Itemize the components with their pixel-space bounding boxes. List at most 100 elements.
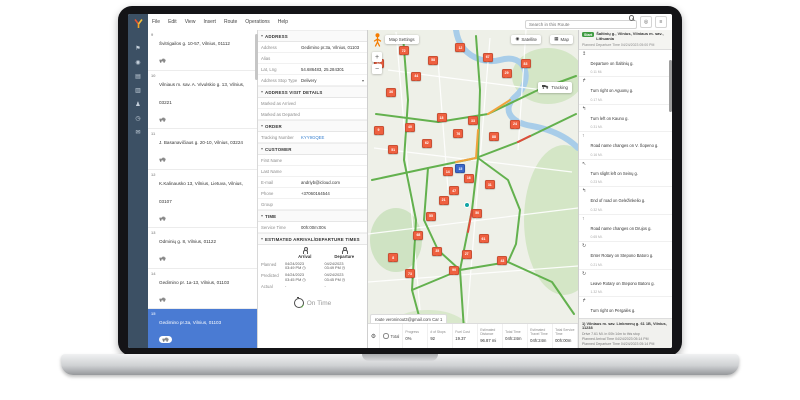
stop-map-marker[interactable]: 40: [405, 122, 415, 132]
map-canvas[interactable]: 80 36 72 44 58 12 67 29 83 9 51 40 62 18…: [368, 30, 578, 348]
detail-field-row[interactable]: Marked as Arrived ▾: [258, 98, 367, 109]
stop-map-marker[interactable]: 16: [463, 173, 474, 183]
stop-map-marker[interactable]: 43: [497, 256, 508, 266]
stop-map-marker[interactable]: 61: [478, 234, 489, 244]
app-logo-icon[interactable]: [133, 16, 144, 34]
menu-item[interactable]: View: [185, 19, 196, 25]
field-value[interactable]: 00h:00m:00s: [301, 225, 364, 230]
detail-field-row[interactable]: Group ▾: [258, 199, 367, 210]
field-value[interactable]: Delivery: [301, 78, 362, 83]
stop-map-marker[interactable]: 88: [489, 132, 499, 142]
stop-map-marker[interactable]: 31: [484, 180, 495, 189]
stop-map-marker[interactable]: 50: [472, 208, 483, 218]
search-input[interactable]: [525, 20, 637, 29]
field-value[interactable]: 54.686483, 25.284301: [301, 67, 364, 72]
stop-map-marker[interactable]: 76: [453, 129, 464, 139]
direction-step[interactable]: ↑ Road name changes on Drujos g. 0.65 Mi…: [579, 215, 672, 243]
menu-item[interactable]: Help: [278, 19, 288, 25]
stop-list-item[interactable]: 14 Gedimino pr. 1a-13, Vilnius, 01103: [148, 269, 257, 309]
stop-list-item[interactable]: 9 Švitrigailos g. 10-57, Vilnius, 01112: [148, 30, 257, 71]
stop-map-marker[interactable]: 47: [449, 186, 460, 196]
poi-marker-icon[interactable]: [463, 201, 470, 208]
customer-section-header[interactable]: ▾ CUSTOMER: [258, 143, 367, 155]
stop-map-marker[interactable]: 12: [455, 43, 466, 53]
stop-map-marker[interactable]: 51: [388, 145, 399, 155]
zoom-in-button[interactable]: +: [372, 52, 382, 62]
stop-map-marker[interactable]: 8: [388, 253, 399, 263]
detail-field-row[interactable]: Marked as Departed ▾: [258, 109, 367, 120]
detail-field-row[interactable]: Alias ▾: [258, 53, 367, 64]
stop-list-scrollbar[interactable]: [255, 34, 258, 80]
detail-field-row[interactable]: First Name ▾: [258, 155, 367, 166]
direction-step[interactable]: ↻ Enter Rotary on Stepono Batoro g. 0.21…: [579, 242, 672, 270]
detail-field-row[interactable]: Tracking Number KYY9GQEE: [258, 132, 367, 143]
stop-map-marker[interactable]: 67: [482, 52, 493, 62]
chat-icon[interactable]: ✉: [135, 130, 140, 136]
summary-total-radio[interactable]: Total: [380, 324, 404, 348]
stop-map-marker[interactable]: 24: [510, 119, 520, 129]
stop-list-item[interactable]: 15 Gedimino pr.3a, Vilnius, 01103: [148, 309, 257, 348]
direction-step[interactable]: ↥ Departure on Šaltinių g. 0.11 Mi.: [579, 50, 672, 78]
visibility-icon[interactable]: ◉: [135, 60, 140, 66]
stop-map-marker[interactable]: 73: [405, 269, 415, 279]
tracking-button[interactable]: Tracking: [538, 82, 572, 93]
stop-map-marker[interactable]: 55: [426, 211, 436, 221]
direction-step[interactable]: ↱ Turn right on Aguonų g. 0.17 Mi.: [579, 77, 672, 105]
stop-list-item[interactable]: 12 K.Kalinausko 13, Vilnius, Lietuva, Vi…: [148, 170, 257, 228]
stop-list-item[interactable]: 11 J. Basanavičiaus g. 20-10, Vilnius, 0…: [148, 129, 257, 170]
stop-map-marker[interactable]: 33: [468, 116, 478, 126]
map-type-button[interactable]: ▦ Map: [550, 35, 573, 44]
detail-field-row[interactable]: Service Time 00h:00m:00s ▾: [258, 222, 367, 233]
stop-map-marker[interactable]: 90: [449, 265, 460, 275]
stop-list-item[interactable]: 13 Odminių g. 8, Vilnius, 01122: [148, 228, 257, 269]
stop-map-marker[interactable]: 15: [455, 164, 466, 174]
eta-section-header[interactable]: ▾ ESTIMATED ARRIVAL/DEPARTURE TIMES: [258, 233, 367, 245]
menu-item[interactable]: Operations: [245, 19, 269, 25]
detail-field-row[interactable]: Address Gedimino pr.3a, Vilnius, 01103 ▾: [258, 42, 367, 53]
stop-map-marker[interactable]: 72: [398, 46, 409, 56]
stop-map-marker[interactable]: 29: [501, 68, 512, 78]
detail-field-row[interactable]: Last Name ▾: [258, 166, 367, 177]
history-icon[interactable]: ◷: [135, 116, 140, 122]
directions-scrollbar[interactable]: [669, 60, 672, 112]
stop-map-marker[interactable]: 83: [520, 59, 531, 69]
field-value-link[interactable]: KYY9GQEE: [301, 135, 364, 140]
team-icon[interactable]: ♟: [135, 102, 140, 108]
menu-item[interactable]: File: [152, 19, 160, 25]
direction-step[interactable]: ↰ Turn left on Kauno g. 0.31 Mi.: [579, 105, 672, 133]
direction-step[interactable]: ↑ Road name changes on V. Šopeno g. 0.16…: [579, 132, 672, 160]
route-tab[interactable]: route veroninout3@gmail.com Car 1: [370, 314, 448, 323]
pegman-icon[interactable]: [373, 33, 382, 52]
search-icon[interactable]: [628, 15, 634, 21]
orders-icon[interactable]: ▤: [135, 74, 141, 80]
menu-item[interactable]: Route: [224, 19, 237, 25]
stop-map-marker[interactable]: 14: [442, 167, 453, 177]
stop-list-item[interactable]: 10 Vilniaus m. sav. A. Vivulskio g. 13, …: [148, 71, 257, 129]
zoom-out-button[interactable]: −: [372, 64, 382, 74]
time-section-header[interactable]: ▾ TIME: [258, 210, 367, 222]
stop-map-marker[interactable]: 27: [461, 249, 472, 259]
routes-icon[interactable]: ⚑: [135, 46, 140, 52]
detail-field-row[interactable]: Lat, Lng 54.686483, 25.284301 ▾: [258, 64, 367, 75]
stop-map-marker[interactable]: 68: [413, 230, 424, 240]
stop-map-marker[interactable]: 36: [386, 87, 397, 97]
target-icon-button[interactable]: ◎: [640, 16, 652, 28]
menu-item[interactable]: Edit: [168, 19, 177, 25]
analytics-icon[interactable]: ▥: [135, 88, 141, 94]
field-value[interactable]: Gedimino pr.3a, Vilnius, 01103: [301, 45, 364, 50]
stop-map-marker[interactable]: 35: [432, 246, 443, 256]
map-settings-button[interactable]: Map Settings: [385, 35, 419, 44]
detail-field-row[interactable]: E-mail andriyb@icloud.com ▾: [258, 177, 367, 188]
summary-settings-gear-icon[interactable]: ⚙: [368, 324, 380, 348]
field-value[interactable]: andriyb@icloud.com: [301, 180, 364, 185]
address-section-header[interactable]: ▾ ADDRESS: [258, 30, 367, 42]
stop-map-marker[interactable]: 21: [438, 195, 449, 205]
stop-map-marker[interactable]: 18: [436, 113, 447, 123]
direction-step[interactable]: ↖ Turn slight left on Seinų g. 0.23 Mi.: [579, 160, 672, 188]
visit-section-header[interactable]: ▾ ADDRESS VISIT DETAILS: [258, 86, 367, 98]
satellite-button[interactable]: ◉ Satellite: [511, 35, 541, 44]
list-icon-button[interactable]: ≡: [655, 16, 667, 28]
direction-step[interactable]: ↰ End of road on Geležinkelio g. 0.32 Mi…: [579, 187, 672, 215]
stop-map-marker[interactable]: 62: [421, 138, 432, 148]
stop-map-marker[interactable]: 44: [411, 71, 422, 81]
